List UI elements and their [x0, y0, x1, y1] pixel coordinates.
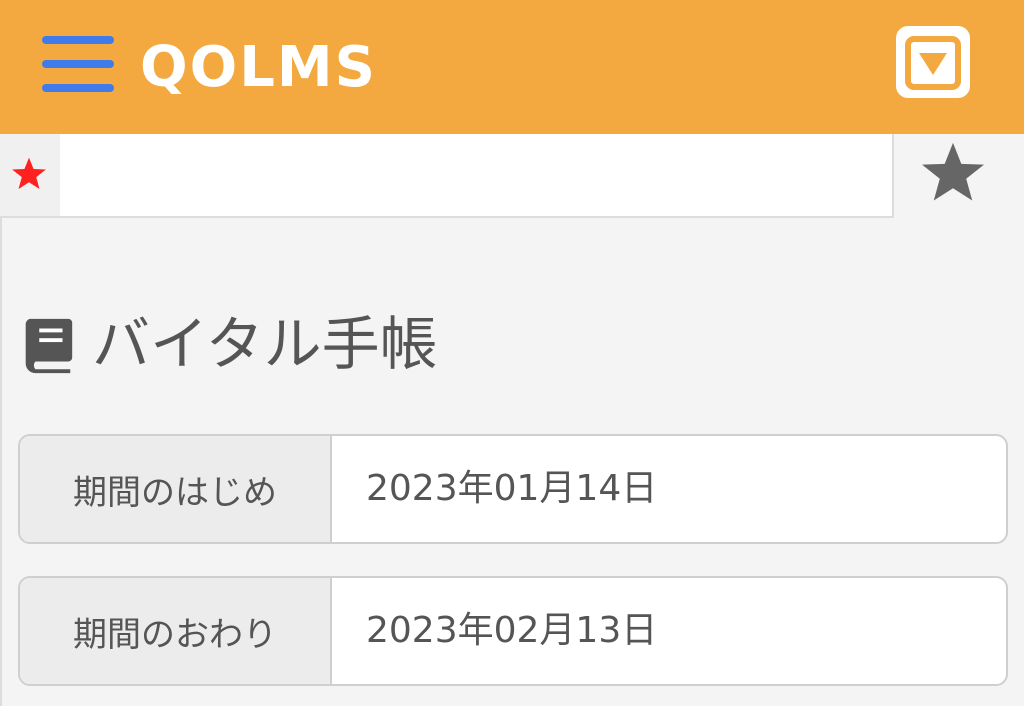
red-star-icon	[12, 157, 46, 190]
menu-bar-line	[42, 84, 114, 92]
period-start-row: 期間のはじめ 2023年01月14日	[18, 434, 1008, 544]
favorites-bar	[0, 134, 894, 218]
dropdown-triangle-icon	[905, 36, 961, 90]
hamburger-menu-button[interactable]	[42, 36, 114, 92]
page-title: バイタル手帳	[16, 304, 438, 384]
menu-bar-line	[42, 60, 114, 68]
period-end-input[interactable]: 2023年02月13日	[366, 578, 657, 684]
period-end-label: 期間のおわり	[20, 578, 332, 684]
period-start-label: 期間のはじめ	[20, 436, 332, 542]
content-left-border	[0, 216, 2, 706]
book-icon	[25, 318, 73, 374]
page-title-text: バイタル手帳	[92, 310, 438, 378]
app-header: QOLMS	[0, 0, 1024, 134]
favorites-marker-slot	[0, 134, 60, 216]
dropdown-button[interactable]	[896, 26, 970, 98]
menu-bar-line	[42, 36, 114, 44]
star-icon[interactable]	[918, 140, 988, 206]
period-end-row: 期間のおわり 2023年02月13日	[18, 576, 1008, 686]
app-logo[interactable]: QOLMS	[140, 36, 377, 100]
period-start-input[interactable]: 2023年01月14日	[366, 436, 657, 542]
